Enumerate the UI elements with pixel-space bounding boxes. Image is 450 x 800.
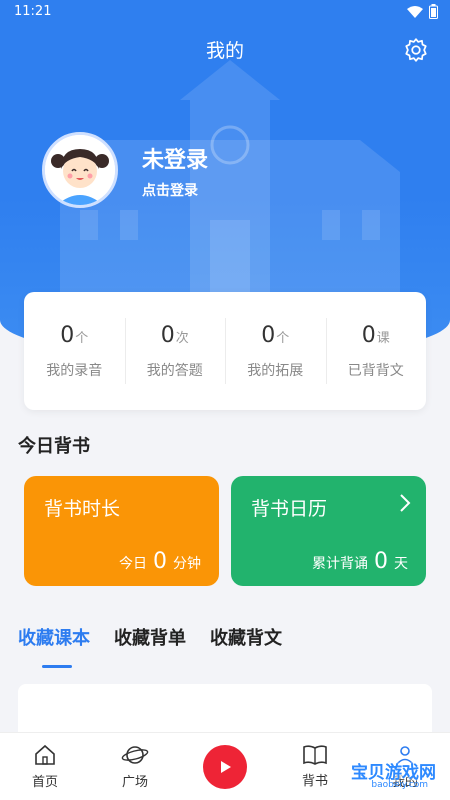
page-title: 我的 [205, 40, 244, 62]
today-section-title: 今日背书 [18, 436, 90, 457]
watermark-url: baobeiy.com [371, 780, 428, 790]
stat-unit: 课 [376, 330, 390, 346]
tile-stat: 累计背诵 0 天 [312, 549, 408, 574]
stat-extensions[interactable]: 0个 我的拓展 [225, 310, 326, 392]
study-duration-tile[interactable]: 背书时长 今日 0 分钟 [24, 476, 219, 586]
tile-prefix: 今日 [119, 556, 147, 572]
stat-value: 0 [60, 322, 75, 348]
nav-label: 首页 [31, 775, 58, 790]
stat-unit: 个 [75, 330, 89, 346]
tile-unit: 分钟 [173, 556, 201, 572]
nav-label: 广场 [121, 775, 148, 790]
stat-unit: 个 [276, 330, 290, 346]
battery-icon [429, 4, 438, 19]
play-icon [221, 760, 231, 773]
nav-label: 背书 [301, 774, 328, 789]
user-name: 未登录 [142, 148, 209, 173]
gear-icon [405, 38, 427, 62]
tile-title: 背书日历 [251, 498, 328, 520]
tile-value: 0 [153, 549, 167, 574]
stat-label: 我的录音 [46, 362, 103, 379]
nav-play[interactable] [180, 733, 270, 800]
stat-memorized-texts[interactable]: 0课 已背背文 [325, 310, 427, 392]
status-bar: 11:21 [0, 0, 450, 24]
tab-favorite-textbooks[interactable]: 收藏课本 [18, 624, 90, 668]
tile-unit: 天 [394, 556, 408, 572]
play-button[interactable] [203, 744, 247, 789]
stat-value: 0 [160, 322, 175, 348]
tab-favorite-texts[interactable]: 收藏背文 [210, 624, 282, 668]
tile-stat: 今日 0 分钟 [119, 549, 201, 574]
home-icon [35, 744, 55, 765]
girl-avatar-illustration [45, 135, 115, 205]
study-calendar-tile[interactable]: 背书日历 累计背诵 0 天 [231, 476, 426, 586]
nav-recite[interactable]: 背书 [270, 733, 360, 800]
status-icons [407, 4, 438, 19]
stat-label: 我的拓展 [247, 362, 304, 379]
avatar[interactable] [42, 132, 118, 208]
planet-icon [121, 746, 149, 764]
favorites-tabs: 收藏课本 收藏背单 收藏背文 [18, 624, 282, 668]
nav-home[interactable]: 首页 [0, 733, 90, 800]
stat-unit: 次 [175, 330, 189, 346]
stat-label: 已背背文 [347, 362, 404, 379]
login-link[interactable]: 点击登录 [142, 180, 198, 200]
wifi-icon [407, 5, 423, 18]
settings-button[interactable] [402, 36, 430, 64]
status-time: 11:21 [14, 4, 52, 19]
stats-card: 0个 我的录音 0次 我的答题 0个 我的拓展 0课 已背背文 [24, 292, 426, 410]
tab-favorite-word-lists[interactable]: 收藏背单 [114, 624, 186, 668]
tile-value: 0 [374, 549, 388, 574]
chevron-right-icon [400, 494, 411, 512]
stat-recordings[interactable]: 0个 我的录音 [24, 310, 125, 392]
nav-square[interactable]: 广场 [90, 733, 180, 800]
stat-label: 我的答题 [146, 362, 203, 379]
stat-value: 0 [261, 322, 276, 348]
tile-title: 背书时长 [44, 498, 121, 520]
tile-prefix: 累计背诵 [312, 556, 368, 572]
stat-answers[interactable]: 0次 我的答题 [124, 310, 226, 392]
stat-value: 0 [361, 322, 376, 348]
book-icon [303, 745, 327, 765]
